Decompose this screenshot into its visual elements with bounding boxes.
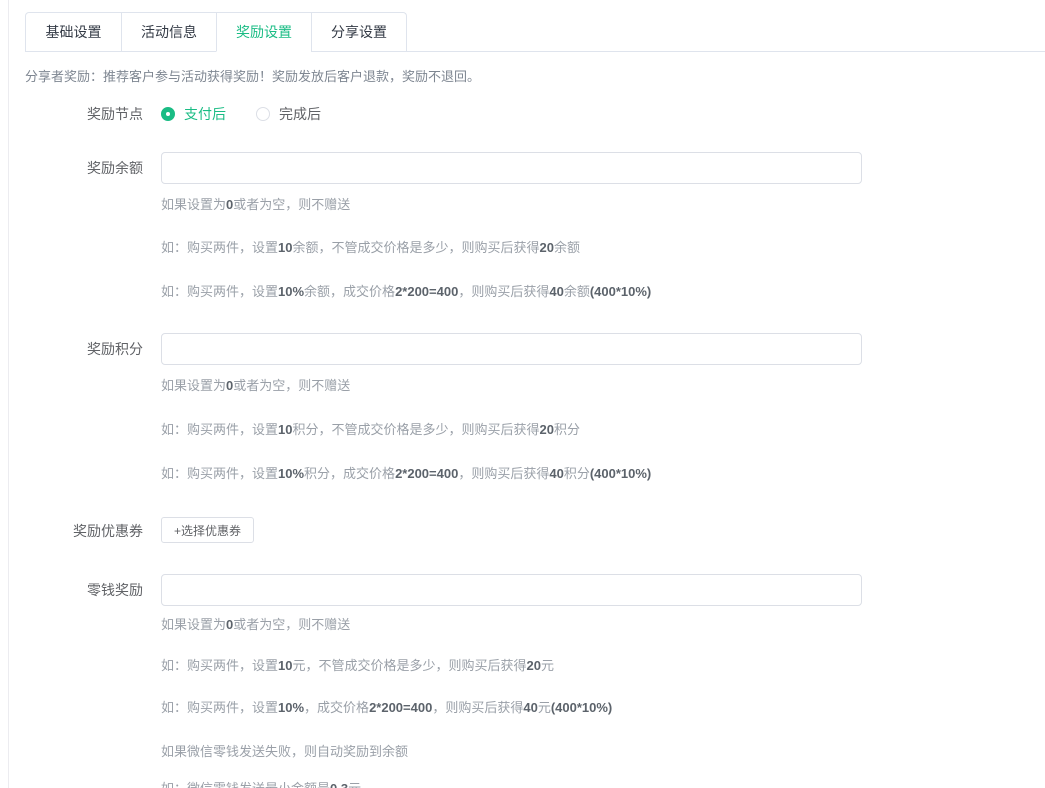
reward-settings-page: 基础设置 活动信息 奖励设置 分享设置 分享者奖励：推荐客户参与活动获得奖励！奖… xyxy=(0,0,1045,788)
tabs-bar: 基础设置 活动信息 奖励设置 分享设置 xyxy=(25,12,1045,52)
tab-activity-info[interactable]: 活动信息 xyxy=(121,13,216,52)
tab-basic-settings[interactable]: 基础设置 xyxy=(26,13,121,52)
reward-points-help-3: 如：购买两件，设置10%积分，成交价格2*200=400，则购买后获得40积分(… xyxy=(161,466,651,481)
radio-after-payment-label: 支付后 xyxy=(184,104,226,124)
radio-after-completion[interactable]: 完成后 xyxy=(256,104,321,124)
radio-selected-icon xyxy=(161,107,175,121)
reward-balance-help-2: 如：购买两件，设置10余额，不管成交价格是多少，则购买后获得20余额 xyxy=(161,240,580,255)
reward-coupon-label: 奖励优惠券 xyxy=(0,521,143,541)
radio-after-completion-label: 完成后 xyxy=(279,104,321,124)
reward-balance-help-1: 如果设置为0或者为空，则不赠送 xyxy=(161,197,350,212)
reward-points-input[interactable] xyxy=(161,333,862,365)
cash-reward-help-5: 如：微信零钱发送最小金额是0.3元 xyxy=(161,781,361,788)
sharer-reward-notice: 分享者奖励：推荐客户参与活动获得奖励！奖励发放后客户退款，奖励不退回。 xyxy=(25,66,480,85)
cash-reward-help-4: 如果微信零钱发送失败，则自动奖励到余额 xyxy=(161,744,408,759)
reward-node-radio-group: 支付后 完成后 xyxy=(161,104,351,124)
tab-list: 基础设置 活动信息 奖励设置 分享设置 xyxy=(25,12,407,52)
cash-reward-label: 零钱奖励 xyxy=(0,580,143,600)
cash-reward-input[interactable] xyxy=(161,574,862,606)
reward-points-label: 奖励积分 xyxy=(0,339,143,359)
cash-reward-help-3: 如：购买两件，设置10%，成交价格2*200=400，则购买后获得40元(400… xyxy=(161,700,612,715)
reward-points-help-2: 如：购买两件，设置10积分，不管成交价格是多少，则购买后获得20积分 xyxy=(161,422,580,437)
reward-balance-help-3: 如：购买两件，设置10%余额，成交价格2*200=400，则购买后获得40余额(… xyxy=(161,284,651,299)
reward-node-label: 奖励节点 xyxy=(0,104,143,124)
select-coupon-button[interactable]: +选择优惠券 xyxy=(161,517,254,543)
reward-balance-label: 奖励余额 xyxy=(0,158,143,178)
tab-share-settings[interactable]: 分享设置 xyxy=(311,13,406,52)
radio-after-payment[interactable]: 支付后 xyxy=(161,104,226,124)
radio-unselected-icon xyxy=(256,107,270,121)
cash-reward-help-2: 如：购买两件，设置10元，不管成交价格是多少，则购买后获得20元 xyxy=(161,658,554,673)
reward-balance-input[interactable] xyxy=(161,152,862,184)
cash-reward-help-1: 如果设置为0或者为空，则不赠送 xyxy=(161,617,350,632)
tab-reward-settings[interactable]: 奖励设置 xyxy=(216,13,311,52)
reward-points-help-1: 如果设置为0或者为空，则不赠送 xyxy=(161,378,350,393)
